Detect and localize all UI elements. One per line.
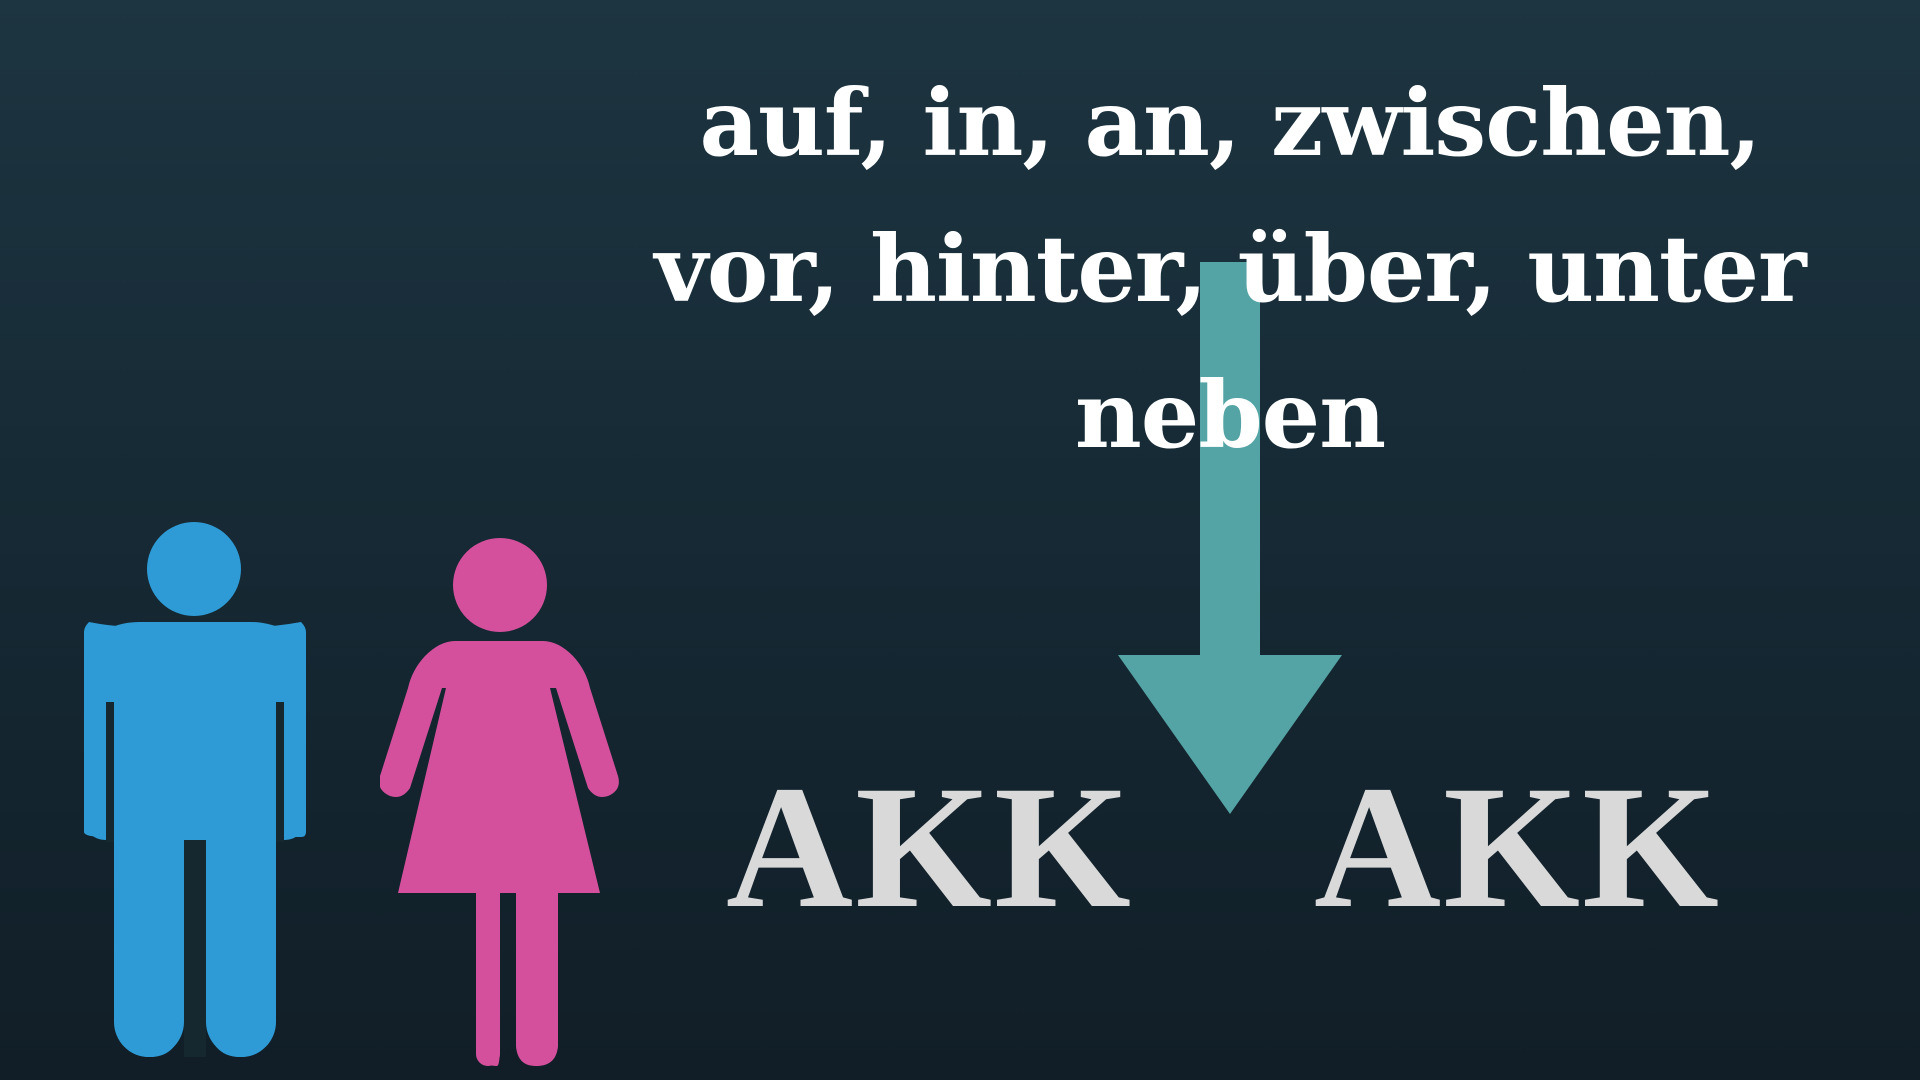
prepositions-line-3: neben [1074, 361, 1386, 469]
case-label-right: AKK [1314, 750, 1721, 945]
woman-icon [380, 538, 619, 1066]
man-icon [84, 522, 306, 1057]
prepositions-line-1: auf, in, an, zwischen, [699, 69, 1761, 177]
case-label-left: AKK [726, 750, 1133, 945]
slide: auf, in, an, zwischen, vor, hinter, über… [0, 0, 1920, 1080]
prepositions-text: auf, in, an, zwischen, vor, hinter, über… [620, 50, 1840, 488]
prepositions-line-2: vor, hinter, über, unter [654, 215, 1806, 323]
